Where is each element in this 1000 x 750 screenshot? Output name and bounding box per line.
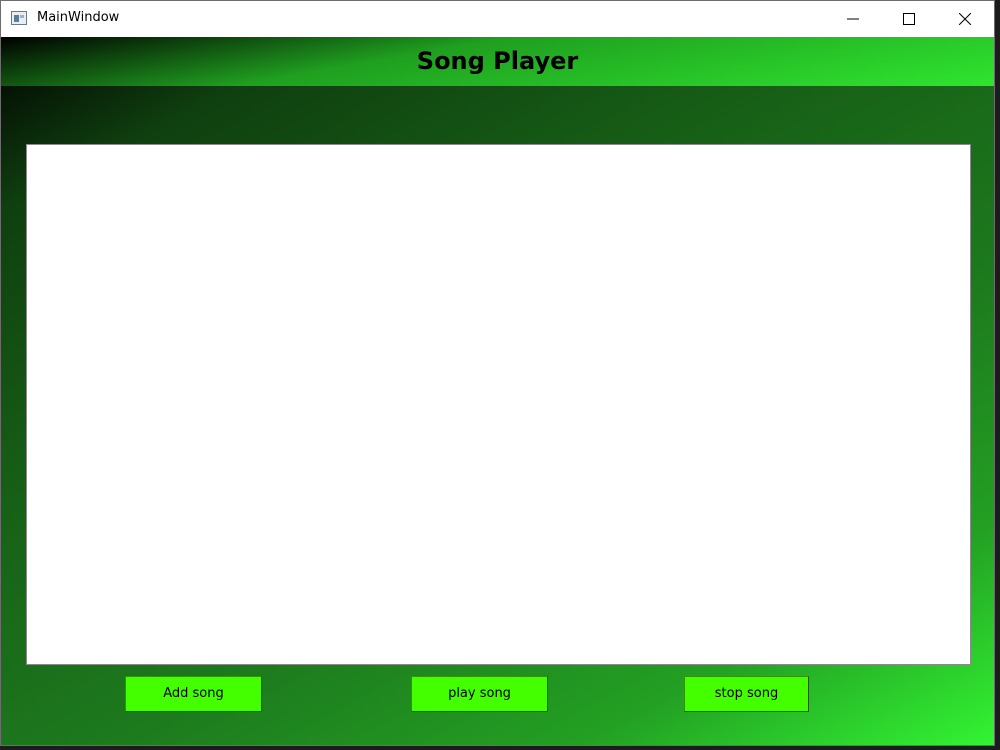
song-list[interactable] xyxy=(26,144,971,665)
window-title: MainWindow xyxy=(37,10,120,25)
close-button[interactable] xyxy=(937,1,993,37)
stop-song-button[interactable]: stop song xyxy=(684,676,809,712)
maximize-button[interactable] xyxy=(881,1,937,37)
minimize-icon xyxy=(847,18,859,20)
maximize-icon xyxy=(903,13,915,25)
add-song-button[interactable]: Add song xyxy=(125,676,262,712)
title-bar[interactable]: MainWindow xyxy=(1,1,994,37)
header-band: Song Player xyxy=(1,37,994,86)
main-window: MainWindow Song Player Add song play son… xyxy=(0,0,995,746)
page-title: Song Player xyxy=(416,47,579,75)
close-icon xyxy=(959,13,971,25)
play-song-button[interactable]: play song xyxy=(411,676,548,712)
minimize-button[interactable] xyxy=(825,1,881,37)
app-window-icon xyxy=(11,11,27,25)
central-widget: Song Player Add song play song stop song xyxy=(1,37,994,745)
